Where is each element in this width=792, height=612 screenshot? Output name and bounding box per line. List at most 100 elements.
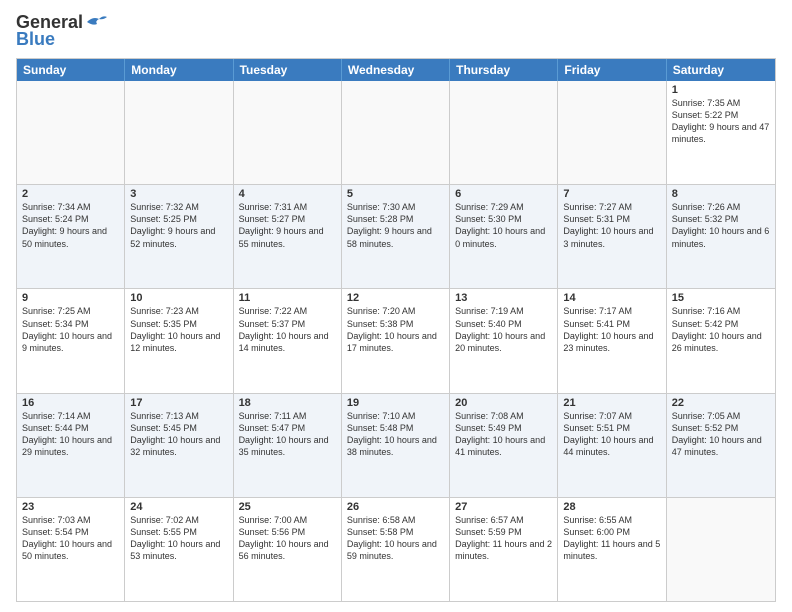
- day-number: 2: [22, 188, 119, 200]
- day-cell-22: 22 Sunrise: 7:05 AM Sunset: 5:52 PM Dayli…: [667, 394, 775, 497]
- header-friday: Friday: [558, 59, 666, 81]
- header-monday: Monday: [125, 59, 233, 81]
- empty-cell-0-2: [234, 81, 342, 184]
- day-cell-25: 25Sunrise: 7:00 AM Sunset: 5:56 PM Dayli…: [234, 498, 342, 601]
- day-cell-2: 2 Sunrise: 7:34 AM Sunset: 5:24 PM Daylig…: [17, 185, 125, 288]
- day-cell-26: 26 Sunrise: 6:58 AM Sunset: 5:58 PM Dayli…: [342, 498, 450, 601]
- header-sunday: Sunday: [17, 59, 125, 81]
- empty-cell-0-0: [17, 81, 125, 184]
- day-cell-5: 5 Sunrise: 7:30 AM Sunset: 5:28 PM Daylig…: [342, 185, 450, 288]
- day-info: Sunrise: 7:16 AM Sunset: 5:42 PM Dayligh…: [672, 306, 765, 352]
- day-number: 8: [672, 188, 770, 200]
- calendar-row-1: 2 Sunrise: 7:34 AM Sunset: 5:24 PM Daylig…: [17, 185, 775, 289]
- day-info: Sunrise: 7:20 AM Sunset: 5:38 PM Dayligh…: [347, 306, 440, 352]
- calendar-row-0: 1 Sunrise: 7:35 AM Sunset: 5:22 PM Daylig…: [17, 81, 775, 185]
- day-info: Sunrise: 7:30 AM Sunset: 5:28 PM Dayligh…: [347, 202, 435, 248]
- day-number: 18: [239, 397, 336, 409]
- day-info: Sunrise: 7:17 AM Sunset: 5:41 PM Dayligh…: [563, 306, 656, 352]
- day-info: Sunrise: 7:27 AM Sunset: 5:31 PM Dayligh…: [563, 202, 656, 248]
- day-number: 16: [22, 397, 119, 409]
- calendar-row-2: 9 Sunrise: 7:25 AM Sunset: 5:34 PM Daylig…: [17, 289, 775, 393]
- day-info: Sunrise: 7:00 AM Sunset: 5:56 PM Dayligh…: [239, 515, 332, 561]
- day-number: 22: [672, 397, 770, 409]
- header-saturday: Saturday: [667, 59, 775, 81]
- day-cell-8: 8 Sunrise: 7:26 AM Sunset: 5:32 PM Daylig…: [667, 185, 775, 288]
- day-cell-19: 19Sunrise: 7:10 AM Sunset: 5:48 PM Dayli…: [342, 394, 450, 497]
- calendar-header: SundayMondayTuesdayWednesdayThursdayFrid…: [17, 59, 775, 81]
- day-number: 5: [347, 188, 444, 200]
- day-cell-11: 11 Sunrise: 7:22 AM Sunset: 5:37 PM Dayli…: [234, 289, 342, 392]
- day-info: Sunrise: 7:22 AM Sunset: 5:37 PM Dayligh…: [239, 306, 332, 352]
- calendar-row-3: 16 Sunrise: 7:14 AM Sunset: 5:44 PM Dayli…: [17, 394, 775, 498]
- calendar-row-4: 23 Sunrise: 7:03 AM Sunset: 5:54 PM Dayli…: [17, 498, 775, 601]
- day-info: Sunrise: 7:13 AM Sunset: 5:45 PM Dayligh…: [130, 411, 223, 457]
- day-info: Sunrise: 7:03 AM Sunset: 5:54 PM Dayligh…: [22, 515, 115, 561]
- day-cell-3: 3Sunrise: 7:32 AM Sunset: 5:25 PM Daylig…: [125, 185, 233, 288]
- day-number: 26: [347, 501, 444, 513]
- day-cell-23: 23 Sunrise: 7:03 AM Sunset: 5:54 PM Dayli…: [17, 498, 125, 601]
- day-cell-4: 4 Sunrise: 7:31 AM Sunset: 5:27 PM Daylig…: [234, 185, 342, 288]
- day-cell-27: 27 Sunrise: 6:57 AM Sunset: 5:59 PM Dayli…: [450, 498, 558, 601]
- day-info: Sunrise: 7:31 AM Sunset: 5:27 PM Dayligh…: [239, 202, 327, 248]
- day-cell-16: 16 Sunrise: 7:14 AM Sunset: 5:44 PM Dayli…: [17, 394, 125, 497]
- day-info: Sunrise: 7:25 AM Sunset: 5:34 PM Dayligh…: [22, 306, 115, 352]
- day-cell-15: 15 Sunrise: 7:16 AM Sunset: 5:42 PM Dayli…: [667, 289, 775, 392]
- calendar-body: 1 Sunrise: 7:35 AM Sunset: 5:22 PM Daylig…: [17, 81, 775, 601]
- day-info: Sunrise: 7:29 AM Sunset: 5:30 PM Dayligh…: [455, 202, 548, 248]
- day-info: Sunrise: 7:08 AM Sunset: 5:49 PM Dayligh…: [455, 411, 548, 457]
- logo: General Blue: [16, 12, 107, 50]
- day-info: Sunrise: 7:07 AM Sunset: 5:51 PM Dayligh…: [563, 411, 656, 457]
- day-number: 9: [22, 292, 119, 304]
- day-cell-18: 18Sunrise: 7:11 AM Sunset: 5:47 PM Dayli…: [234, 394, 342, 497]
- day-number: 13: [455, 292, 552, 304]
- day-number: 17: [130, 397, 227, 409]
- day-cell-1: 1 Sunrise: 7:35 AM Sunset: 5:22 PM Daylig…: [667, 81, 775, 184]
- day-number: 1: [672, 84, 770, 96]
- day-number: 20: [455, 397, 552, 409]
- day-number: 7: [563, 188, 660, 200]
- header-tuesday: Tuesday: [234, 59, 342, 81]
- day-number: 23: [22, 501, 119, 513]
- day-info: Sunrise: 7:34 AM Sunset: 5:24 PM Dayligh…: [22, 202, 110, 248]
- empty-cell-0-4: [450, 81, 558, 184]
- day-info: Sunrise: 6:58 AM Sunset: 5:58 PM Dayligh…: [347, 515, 440, 561]
- header: General Blue: [16, 12, 776, 50]
- header-wednesday: Wednesday: [342, 59, 450, 81]
- day-info: Sunrise: 6:57 AM Sunset: 5:59 PM Dayligh…: [455, 515, 554, 561]
- day-number: 15: [672, 292, 770, 304]
- day-cell-10: 10 Sunrise: 7:23 AM Sunset: 5:35 PM Dayli…: [125, 289, 233, 392]
- day-number: 3: [130, 188, 227, 200]
- day-number: 24: [130, 501, 227, 513]
- day-cell-7: 7 Sunrise: 7:27 AM Sunset: 5:31 PM Daylig…: [558, 185, 666, 288]
- day-cell-14: 14 Sunrise: 7:17 AM Sunset: 5:41 PM Dayli…: [558, 289, 666, 392]
- day-cell-12: 12 Sunrise: 7:20 AM Sunset: 5:38 PM Dayli…: [342, 289, 450, 392]
- day-info: Sunrise: 7:14 AM Sunset: 5:44 PM Dayligh…: [22, 411, 115, 457]
- day-number: 28: [563, 501, 660, 513]
- day-number: 4: [239, 188, 336, 200]
- day-number: 21: [563, 397, 660, 409]
- day-cell-9: 9 Sunrise: 7:25 AM Sunset: 5:34 PM Daylig…: [17, 289, 125, 392]
- day-cell-6: 6 Sunrise: 7:29 AM Sunset: 5:30 PM Daylig…: [450, 185, 558, 288]
- day-info: Sunrise: 7:10 AM Sunset: 5:48 PM Dayligh…: [347, 411, 440, 457]
- day-number: 11: [239, 292, 336, 304]
- day-info: Sunrise: 7:26 AM Sunset: 5:32 PM Dayligh…: [672, 202, 772, 248]
- empty-cell-0-1: [125, 81, 233, 184]
- day-number: 27: [455, 501, 552, 513]
- day-number: 14: [563, 292, 660, 304]
- header-thursday: Thursday: [450, 59, 558, 81]
- day-number: 12: [347, 292, 444, 304]
- logo-blue: Blue: [16, 29, 55, 50]
- day-info: Sunrise: 7:35 AM Sunset: 5:22 PM Dayligh…: [672, 98, 772, 144]
- day-info: Sunrise: 7:05 AM Sunset: 5:52 PM Dayligh…: [672, 411, 765, 457]
- day-cell-21: 21 Sunrise: 7:07 AM Sunset: 5:51 PM Dayli…: [558, 394, 666, 497]
- day-info: Sunrise: 7:23 AM Sunset: 5:35 PM Dayligh…: [130, 306, 223, 352]
- day-number: 6: [455, 188, 552, 200]
- day-info: Sunrise: 6:55 AM Sunset: 6:00 PM Dayligh…: [563, 515, 662, 561]
- empty-cell-0-5: [558, 81, 666, 184]
- empty-cell-4-6: [667, 498, 775, 601]
- day-cell-17: 17 Sunrise: 7:13 AM Sunset: 5:45 PM Dayli…: [125, 394, 233, 497]
- day-number: 10: [130, 292, 227, 304]
- calendar: SundayMondayTuesdayWednesdayThursdayFrid…: [16, 58, 776, 602]
- logo-bird-icon: [85, 14, 107, 30]
- day-cell-28: 28 Sunrise: 6:55 AM Sunset: 6:00 PM Dayli…: [558, 498, 666, 601]
